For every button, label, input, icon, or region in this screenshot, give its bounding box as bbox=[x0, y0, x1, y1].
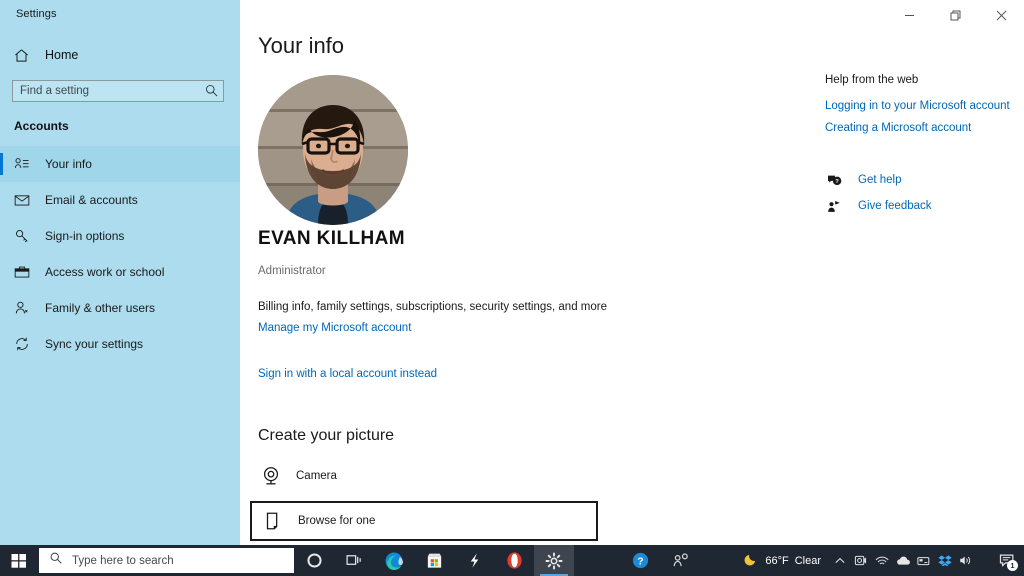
cortana-icon[interactable] bbox=[294, 545, 334, 576]
app-title: Settings bbox=[16, 8, 57, 20]
moon-icon bbox=[744, 551, 759, 571]
weather-temperature: 66°F bbox=[765, 554, 789, 567]
sync-icon bbox=[14, 336, 36, 352]
taskbar-search-input[interactable]: Type here to search bbox=[39, 548, 294, 573]
sidebar-item-label: Sync your settings bbox=[45, 337, 144, 351]
sidebar-item-label: Sign-in options bbox=[45, 229, 125, 243]
microsoft-edge-icon[interactable] bbox=[374, 545, 414, 576]
webcam-tray-icon[interactable] bbox=[850, 545, 871, 576]
sidebar-item-sync-your-settings[interactable]: Sync your settings bbox=[0, 326, 240, 362]
task-view-icon[interactable] bbox=[334, 545, 374, 576]
sidebar-item-label: Family & other users bbox=[45, 301, 156, 315]
window-controls bbox=[886, 0, 1024, 30]
lightning-bolt-icon[interactable] bbox=[454, 545, 494, 576]
dropbox-icon[interactable] bbox=[934, 545, 955, 576]
get-help-action[interactable]: ? Get help bbox=[825, 169, 1024, 191]
action-center-icon[interactable]: 1 bbox=[990, 545, 1024, 576]
mail-icon bbox=[14, 192, 36, 208]
search-input[interactable] bbox=[12, 80, 224, 102]
picture-option-camera[interactable]: Camera bbox=[250, 456, 598, 496]
opera-browser-icon[interactable] bbox=[494, 545, 534, 576]
user-role: Administrator bbox=[258, 265, 326, 277]
local-account-signin-link[interactable]: Sign in with a local account instead bbox=[258, 368, 437, 380]
help-circle-icon[interactable]: ? bbox=[620, 545, 660, 576]
sidebar-search bbox=[12, 80, 224, 102]
manage-microsoft-account-link[interactable]: Manage my Microsoft account bbox=[258, 322, 411, 334]
volume-icon[interactable] bbox=[955, 545, 976, 576]
billing-description: Billing info, family settings, subscript… bbox=[258, 301, 607, 313]
briefcase-icon bbox=[14, 264, 36, 280]
taskbar: Type here to search ? 66°F Clear 1 bbox=[0, 545, 1024, 576]
page-title: Your info bbox=[258, 33, 345, 58]
sidebar-item-family-other-users[interactable]: Family & other users bbox=[0, 290, 240, 326]
avatar[interactable] bbox=[258, 75, 408, 225]
webcam-icon bbox=[250, 465, 292, 487]
help-web-link[interactable]: Logging in to your Microsoft account bbox=[825, 100, 1024, 112]
sidebar-home-label: Home bbox=[45, 48, 79, 62]
weather-widget[interactable]: 66°F Clear bbox=[736, 545, 829, 576]
settings-gear-icon[interactable] bbox=[534, 545, 574, 576]
sidebar-item-your-info[interactable]: Your info bbox=[0, 146, 240, 182]
wifi-icon[interactable] bbox=[871, 545, 892, 576]
sidebar-item-home[interactable]: Home bbox=[0, 41, 240, 69]
restore-button[interactable] bbox=[932, 0, 978, 30]
give-feedback-label: Give feedback bbox=[858, 200, 932, 212]
sidebar-item-label: Your info bbox=[45, 157, 92, 171]
user-name: EVAN KILLHAM bbox=[258, 228, 405, 249]
system-tray: 66°F Clear 1 bbox=[736, 545, 1024, 576]
microsoft-store-icon[interactable] bbox=[414, 545, 454, 576]
screen: Settings Home Accounts bbox=[0, 0, 1024, 576]
sidebar: Settings Home Accounts bbox=[0, 0, 240, 545]
sidebar-item-label: Access work or school bbox=[45, 265, 165, 279]
weather-condition: Clear bbox=[794, 554, 821, 567]
sidebar-nav: Your info Email & accounts Sign-in optio… bbox=[0, 146, 240, 362]
minimize-button[interactable] bbox=[886, 0, 932, 30]
sidebar-section-title: Accounts bbox=[14, 119, 69, 133]
help-actions: ? Get help Give feedback bbox=[825, 169, 1024, 217]
feedback-icon bbox=[825, 199, 843, 214]
sidebar-item-sign-in-options[interactable]: Sign-in options bbox=[0, 218, 240, 254]
get-help-label: Get help bbox=[858, 174, 902, 186]
home-icon bbox=[14, 48, 38, 63]
help-bubble-icon: ? bbox=[825, 173, 843, 188]
people-icon bbox=[14, 300, 36, 316]
picture-option-browse[interactable]: Browse for one bbox=[250, 501, 598, 541]
main-content: Your info EVAN KILLHAM Administrator Bil… bbox=[240, 0, 1024, 545]
help-panel: Help from the web Logging in to your Mic… bbox=[825, 74, 1024, 221]
picture-option-label: Camera bbox=[296, 470, 337, 482]
picture-option-label: Browse for one bbox=[298, 515, 376, 527]
document-icon bbox=[252, 510, 294, 532]
user-info-icon bbox=[14, 156, 36, 172]
search-icon bbox=[49, 551, 63, 570]
windows-start-icon[interactable] bbox=[0, 545, 38, 576]
help-web-link[interactable]: Creating a Microsoft account bbox=[825, 122, 1024, 134]
close-button[interactable] bbox=[978, 0, 1024, 30]
card-reader-icon[interactable] bbox=[913, 545, 934, 576]
taskbar-search-placeholder: Type here to search bbox=[72, 554, 174, 567]
notification-count-badge: 1 bbox=[1007, 560, 1018, 571]
onedrive-cloud-icon[interactable] bbox=[892, 545, 913, 576]
give-feedback-action[interactable]: Give feedback bbox=[825, 195, 1024, 217]
create-picture-title: Create your picture bbox=[258, 427, 395, 444]
settings-window: Settings Home Accounts bbox=[0, 0, 1024, 545]
people-pin-icon[interactable] bbox=[660, 545, 700, 576]
svg-text:?: ? bbox=[835, 179, 839, 185]
help-heading: Help from the web bbox=[825, 74, 919, 86]
sidebar-item-label: Email & accounts bbox=[45, 193, 138, 207]
sidebar-item-access-work-school[interactable]: Access work or school bbox=[0, 254, 240, 290]
key-icon bbox=[14, 228, 36, 244]
svg-text:?: ? bbox=[637, 557, 643, 568]
sidebar-item-email-accounts[interactable]: Email & accounts bbox=[0, 182, 240, 218]
chevron-up-icon[interactable] bbox=[829, 545, 850, 576]
